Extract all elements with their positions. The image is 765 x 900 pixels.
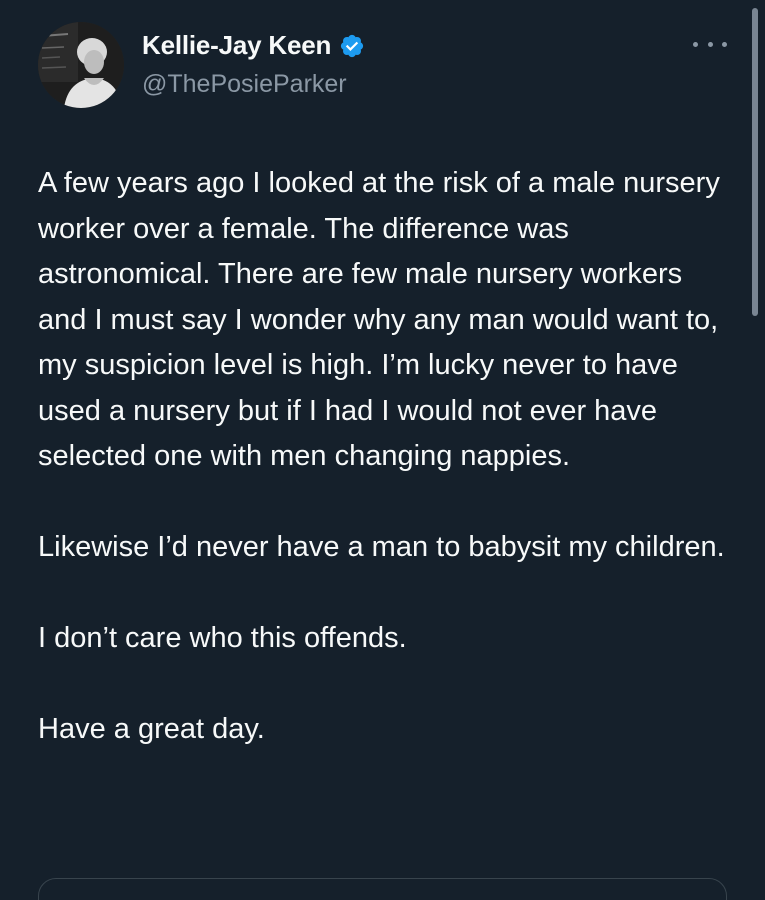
tweet-card: Kellie-Jay Keen @ThePosieParker A few ye…: [0, 0, 765, 900]
scrollbar-thumb[interactable]: [752, 8, 758, 316]
avatar[interactable]: [38, 22, 124, 108]
more-horizontal-icon: [722, 41, 727, 47]
tweet-paragraph: I don’t care who this offends.: [38, 622, 407, 654]
author-name-row[interactable]: Kellie-Jay Keen: [142, 30, 365, 61]
more-options-button[interactable]: [693, 34, 727, 54]
embedded-card[interactable]: [38, 878, 727, 900]
tweet-paragraph: Likewise I’d never have a man to babysit…: [38, 531, 725, 563]
more-horizontal-icon: [693, 41, 698, 47]
verified-badge-icon[interactable]: [339, 33, 365, 59]
author-handle[interactable]: @ThePosieParker: [142, 70, 347, 99]
tweet-paragraph: Have a great day.: [38, 713, 265, 745]
author-display-name[interactable]: Kellie-Jay Keen: [142, 30, 331, 61]
avatar-image: [38, 22, 124, 108]
tweet-text: A few years ago I looked at the risk of …: [38, 161, 738, 753]
more-horizontal-icon: [707, 41, 713, 47]
tweet-paragraph: A few years ago I looked at the risk of …: [38, 167, 720, 472]
